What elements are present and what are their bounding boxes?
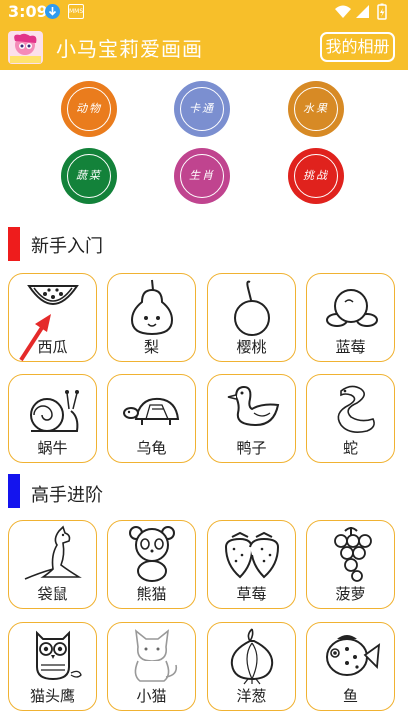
- download-icon: [45, 4, 60, 19]
- section-marker-beginner: [8, 227, 20, 261]
- turtle-icon: [123, 397, 180, 425]
- drawing-card-label: 草莓: [236, 585, 267, 603]
- drawing-card-snail[interactable]: 蜗牛: [8, 374, 97, 463]
- battery-icon: [377, 3, 387, 20]
- category-zodiac-button[interactable]: 生肖: [174, 148, 230, 204]
- grape-icon: [334, 527, 372, 582]
- snake-icon: [337, 385, 375, 433]
- category-label: 水果: [294, 87, 338, 131]
- category-challenge-button[interactable]: 挑战: [288, 148, 344, 204]
- drawing-card-watermelon[interactable]: 西瓜: [8, 273, 97, 362]
- drawing-card-label: 熊猫: [136, 585, 167, 603]
- drawing-card-turtle[interactable]: 乌龟: [107, 374, 196, 463]
- kitten-icon: [134, 629, 178, 682]
- drawing-card-label: 袋鼠: [37, 585, 68, 603]
- status-time: 3:09: [8, 2, 48, 21]
- drawing-card-label: 菠萝: [335, 585, 366, 603]
- drawing-card-cherry[interactable]: 樱桃: [207, 273, 296, 362]
- kangaroo-icon: [24, 525, 82, 580]
- category-label: 卡通: [180, 87, 224, 131]
- blueberry-icon: [326, 289, 378, 327]
- status-bar: 3:09 MMS: [0, 0, 408, 24]
- app-bar: 小马宝莉爱画画 我的相册: [0, 24, 408, 70]
- category-label: 挑战: [294, 154, 338, 198]
- drawing-card-kitten[interactable]: 小猫: [107, 622, 196, 711]
- category-cartoon-button[interactable]: 卡通: [174, 81, 230, 137]
- drawing-card-owl[interactable]: 猫头鹰: [8, 622, 97, 711]
- section-title-beginner: 新手入门: [31, 236, 103, 257]
- drawing-card-label: 小猫: [136, 687, 167, 705]
- category-label: 蔬菜: [67, 154, 111, 198]
- drawing-card-fish[interactable]: 鱼: [306, 622, 395, 711]
- drawing-card-label: 猫头鹰: [29, 687, 75, 705]
- drawing-card-label: 蛇: [342, 439, 358, 457]
- drawing-card-onion[interactable]: 洋葱: [207, 622, 296, 711]
- status-indicators: [334, 3, 390, 25]
- drawing-card-duck[interactable]: 鸭子: [207, 374, 296, 463]
- pear-icon: [130, 279, 174, 336]
- drawing-card-label: 鸭子: [236, 439, 267, 457]
- drawing-card-label: 鱼: [342, 687, 358, 705]
- category-label: 生肖: [180, 154, 224, 198]
- drawing-card-snake[interactable]: 蛇: [306, 374, 395, 463]
- strawberry-icon: [224, 531, 280, 579]
- snail-icon: [30, 390, 79, 432]
- drawing-card-grape[interactable]: 菠萝: [306, 520, 395, 609]
- app-title: 小马宝莉爱画画: [56, 37, 203, 61]
- category-animal-button[interactable]: 动物: [61, 81, 117, 137]
- onion-icon: [230, 628, 274, 685]
- wifi-icon: [335, 5, 351, 18]
- my-album-button[interactable]: 我的相册: [320, 32, 395, 62]
- category-vegetable-button[interactable]: 蔬菜: [61, 148, 117, 204]
- drawing-card-label: 蜗牛: [37, 439, 68, 457]
- section-marker-advanced: [8, 474, 20, 508]
- drawing-card-label: 蓝莓: [335, 338, 366, 356]
- fish-icon: [326, 635, 381, 676]
- duck-icon: [227, 385, 280, 427]
- category-fruit-button[interactable]: 水果: [288, 81, 344, 137]
- drawing-card-strawberry[interactable]: 草莓: [207, 520, 296, 609]
- owl-icon: [36, 630, 82, 681]
- drawing-card-label: 梨: [143, 338, 159, 356]
- mms-icon: MMS: [68, 4, 84, 19]
- drawing-card-label: 洋葱: [236, 687, 267, 705]
- drawing-card-blueberry[interactable]: 蓝莓: [306, 273, 395, 362]
- drawing-card-label: 西瓜: [37, 338, 68, 356]
- drawing-card-panda[interactable]: 熊猫: [107, 520, 196, 609]
- category-label: 动物: [67, 87, 111, 131]
- section-title-advanced: 高手进阶: [31, 485, 103, 506]
- app-logo: [8, 31, 43, 64]
- signal-icon: [356, 5, 369, 18]
- cherry-icon: [234, 280, 270, 336]
- drawing-card-label: 樱桃: [236, 338, 267, 356]
- drawing-card-pear[interactable]: 梨: [107, 273, 196, 362]
- panda-icon: [129, 526, 175, 582]
- drawing-card-kangaroo[interactable]: 袋鼠: [8, 520, 97, 609]
- drawing-card-label: 乌龟: [136, 439, 167, 457]
